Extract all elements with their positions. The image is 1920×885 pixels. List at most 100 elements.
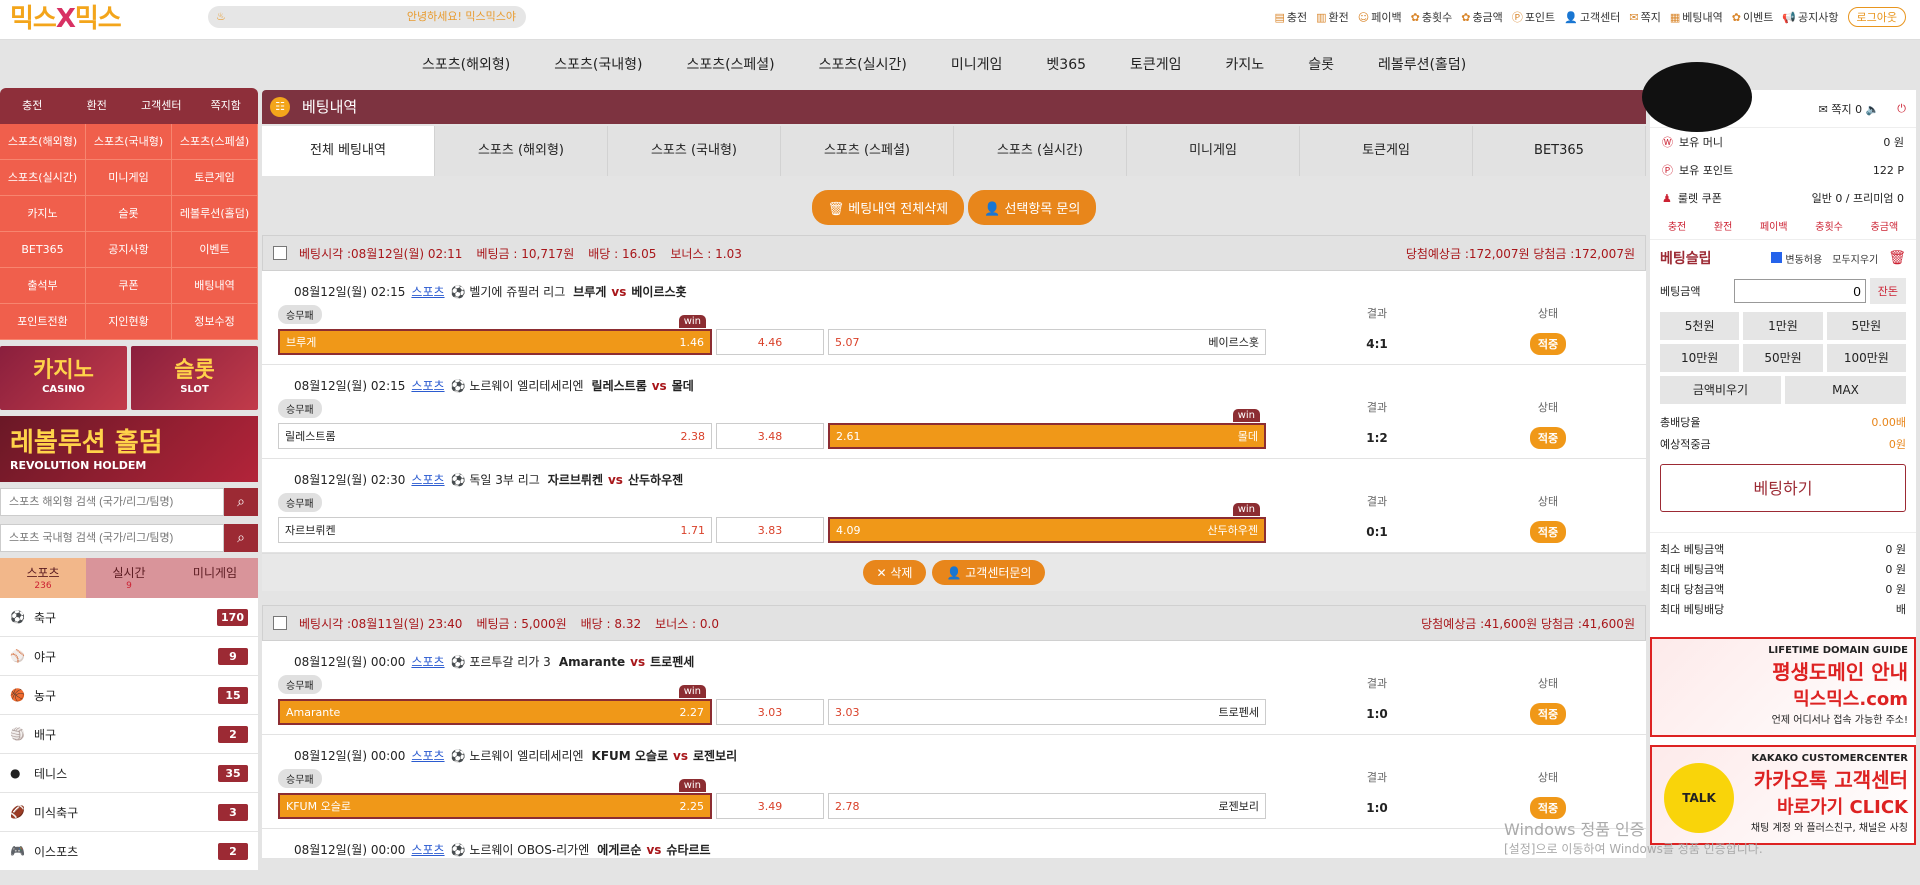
menu-item-16[interactable]: 지인현황 bbox=[86, 304, 172, 340]
nav-item-4[interactable]: 미니게임 bbox=[929, 54, 1025, 74]
game-sport-link[interactable]: 스포츠 bbox=[411, 285, 444, 299]
menu-item-4[interactable]: 미니게임 bbox=[86, 160, 172, 196]
place-bet-button[interactable]: 베팅하기 bbox=[1660, 464, 1906, 512]
category-tab-1[interactable]: 실시간 9 bbox=[86, 558, 172, 598]
sport-item-5[interactable]: 🏈 미식축구 3 bbox=[0, 793, 258, 832]
chip-2[interactable]: 5만원 bbox=[1826, 312, 1906, 340]
quick-tab-1[interactable]: 환전 bbox=[65, 88, 130, 124]
game-sport-link[interactable]: 스포츠 bbox=[411, 749, 444, 763]
top-link-5[interactable]: Ⓟ 포인트 bbox=[1512, 9, 1555, 25]
right-mini-1[interactable]: 환전 bbox=[1714, 218, 1732, 233]
history-tab-6[interactable]: 토큰게임 bbox=[1300, 126, 1473, 176]
menu-item-9[interactable]: BET365 bbox=[0, 232, 86, 268]
top-link-8[interactable]: ▦ 베팅내역 bbox=[1670, 9, 1723, 25]
domain-banner[interactable]: LIFETIME DOMAIN GUIDE 평생도메인 안내 믹스믹스.com 언제 … bbox=[1650, 637, 1916, 737]
odds-draw[interactable]: 3.49 bbox=[716, 793, 824, 819]
inquiry-button[interactable]: 👤 선택항목 문의 bbox=[968, 190, 1097, 225]
menu-item-1[interactable]: 스포츠(국내형) bbox=[86, 124, 172, 160]
game-sport-link[interactable]: 스포츠 bbox=[411, 473, 444, 487]
top-link-6[interactable]: 👤 고객센터 bbox=[1564, 9, 1620, 25]
menu-item-5[interactable]: 토큰게임 bbox=[172, 160, 258, 196]
sport-item-3[interactable]: 🏐 배구 2 bbox=[0, 715, 258, 754]
search-icon[interactable]: ⌕ bbox=[224, 524, 258, 552]
nav-item-3[interactable]: 스포츠(실시간) bbox=[797, 54, 929, 74]
chip-action-0[interactable]: 금액비우기 bbox=[1660, 376, 1781, 404]
change-button[interactable]: 잔돈 bbox=[1869, 278, 1906, 304]
odds-away[interactable]: 몰데 2.61 win bbox=[828, 409, 1266, 449]
nav-item-1[interactable]: 스포츠(국내형) bbox=[532, 54, 664, 74]
odds-away[interactable]: 산두하우젠 4.09 win bbox=[828, 503, 1266, 543]
top-link-2[interactable]: ☺ 페이백 bbox=[1358, 9, 1402, 25]
odds-away[interactable]: 베이르스홋 5.07 bbox=[828, 329, 1266, 355]
nav-item-2[interactable]: 스포츠(스페셜) bbox=[664, 54, 796, 74]
chip-5[interactable]: 100만원 bbox=[1826, 344, 1906, 372]
delete-button[interactable]: ✕ 삭제 bbox=[862, 560, 927, 585]
chip-action-1[interactable]: MAX bbox=[1785, 376, 1906, 404]
logout-button[interactable]: 로그아웃 bbox=[1847, 7, 1906, 27]
bet-amount-input[interactable] bbox=[1733, 279, 1866, 303]
menu-item-15[interactable]: 포인트전환 bbox=[0, 304, 86, 340]
sport-item-0[interactable]: ⚽ 축구 170 bbox=[0, 598, 258, 637]
menu-item-12[interactable]: 출석부 bbox=[0, 268, 86, 304]
top-link-1[interactable]: ▥ 환전 bbox=[1316, 9, 1349, 25]
message-link[interactable]: ✉ 쪽지 0 🔈 bbox=[1819, 101, 1880, 117]
odds-away[interactable]: 로젠보리 2.78 bbox=[828, 793, 1266, 819]
search-icon[interactable]: ⌕ bbox=[224, 488, 258, 516]
quick-tab-2[interactable]: 고객센터 bbox=[129, 88, 194, 124]
casino-banner[interactable]: 카지노 CASINO bbox=[0, 346, 127, 410]
menu-item-0[interactable]: 스포츠(해외형) bbox=[0, 124, 86, 160]
top-link-10[interactable]: 📢 공지사항 bbox=[1782, 9, 1838, 25]
allow-change-checkbox[interactable]: 변동허용 bbox=[1771, 251, 1822, 266]
sport-item-1[interactable]: ⚾ 야구 9 bbox=[0, 637, 258, 676]
category-tab-2[interactable]: 미니게임 bbox=[172, 558, 258, 598]
odds-away[interactable]: 트로펜세 3.03 bbox=[828, 699, 1266, 725]
history-tab-1[interactable]: 스포츠 (해외형) bbox=[435, 126, 608, 176]
slot-banner[interactable]: 슬롯 SLOT bbox=[131, 346, 258, 410]
cs-inquiry-button[interactable]: 👤 고객센터문의 bbox=[932, 560, 1046, 585]
odds-home[interactable]: 릴레스트롬 2.38 bbox=[278, 423, 712, 449]
odds-draw[interactable]: 3.03 bbox=[716, 699, 824, 725]
game-sport-link[interactable]: 스포츠 bbox=[411, 655, 444, 669]
menu-item-17[interactable]: 정보수정 bbox=[172, 304, 258, 340]
chip-4[interactable]: 50만원 bbox=[1743, 344, 1823, 372]
power-icon[interactable]: ⏻ bbox=[1897, 102, 1906, 116]
history-tab-3[interactable]: 스포츠 (스페셜) bbox=[781, 126, 954, 176]
delete-all-button[interactable]: 🗑 베팅내역 전체삭제 bbox=[811, 190, 965, 225]
slip-checkbox[interactable] bbox=[273, 616, 287, 630]
history-tab-4[interactable]: 스포츠 (실시간) bbox=[954, 126, 1127, 176]
menu-item-8[interactable]: 레볼루션(홀덤) bbox=[172, 196, 258, 232]
sport-item-4[interactable]: ● 테니스 35 bbox=[0, 754, 258, 793]
top-link-3[interactable]: ✿ 충횟수 bbox=[1411, 9, 1453, 25]
game-sport-link[interactable]: 스포츠 bbox=[411, 843, 444, 857]
site-logo[interactable]: 믹스X믹스 bbox=[10, 3, 122, 35]
top-link-7[interactable]: ✉ 쪽지 bbox=[1629, 9, 1660, 25]
nav-item-0[interactable]: 스포츠(해외형) bbox=[400, 54, 532, 74]
odds-draw[interactable]: 3.48 bbox=[716, 423, 824, 449]
nav-item-9[interactable]: 레볼루션(홀덤) bbox=[1356, 54, 1488, 74]
odds-draw[interactable]: 3.83 bbox=[716, 517, 824, 543]
nav-item-6[interactable]: 토큰게임 bbox=[1108, 54, 1204, 74]
nav-item-8[interactable]: 슬롯 bbox=[1286, 54, 1356, 74]
trash-icon[interactable]: 🗑 bbox=[1888, 250, 1906, 266]
nav-item-5[interactable]: 벳365 bbox=[1024, 54, 1108, 74]
chip-0[interactable]: 5천원 bbox=[1660, 312, 1740, 340]
domestic-search-input[interactable] bbox=[0, 524, 224, 552]
game-sport-link[interactable]: 스포츠 bbox=[411, 379, 444, 393]
odds-draw[interactable]: 4.46 bbox=[716, 329, 824, 355]
top-link-4[interactable]: ✿ 충금액 bbox=[1461, 9, 1503, 25]
top-link-9[interactable]: ✿ 이벤트 bbox=[1732, 9, 1774, 25]
chip-1[interactable]: 1만원 bbox=[1743, 312, 1823, 340]
right-mini-2[interactable]: 페이백 bbox=[1760, 218, 1788, 233]
nav-item-7[interactable]: 카지노 bbox=[1204, 54, 1287, 74]
odds-home[interactable]: 자르브뤼켄 1.71 bbox=[278, 517, 712, 543]
quick-tab-0[interactable]: 충전 bbox=[0, 88, 65, 124]
sport-item-6[interactable]: 🎮 이스포츠 2 bbox=[0, 832, 258, 871]
menu-item-2[interactable]: 스포츠(스페셜) bbox=[172, 124, 258, 160]
chip-3[interactable]: 10만원 bbox=[1660, 344, 1740, 372]
menu-item-3[interactable]: 스포츠(실시간) bbox=[0, 160, 86, 196]
holdem-banner[interactable]: 레볼루션 홀덤 REVOLUTION HOLDEM bbox=[0, 416, 258, 482]
slip-checkbox[interactable] bbox=[273, 246, 287, 260]
history-tab-2[interactable]: 스포츠 (국내형) bbox=[608, 126, 781, 176]
menu-item-14[interactable]: 배팅내역 bbox=[172, 268, 258, 304]
right-mini-0[interactable]: 충전 bbox=[1668, 218, 1686, 233]
